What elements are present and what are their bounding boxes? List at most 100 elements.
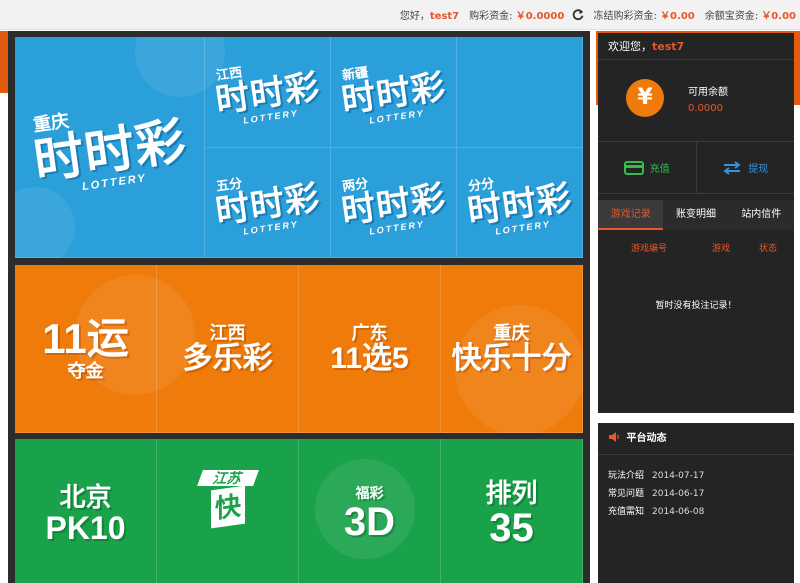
news-item-date: 2014-06-17 — [652, 489, 705, 499]
recharge-button[interactable]: 充值 — [598, 142, 697, 193]
accent-stripe-left — [0, 31, 8, 93]
balance-value: 0.0000 — [688, 103, 723, 114]
game-tile-cq-klsf[interactable]: 重庆 快乐十分 — [441, 265, 583, 433]
logo-line-1: 江西 — [209, 322, 246, 343]
welcome-label: 欢迎您， — [608, 40, 652, 53]
news-title: 平台动态 — [626, 433, 667, 444]
logo-line-2: 快3 — [210, 485, 245, 561]
lottery-panel-orange: 11运 夺金 江西 多乐彩 广东 11选5 重庆 快乐十分 — [15, 265, 583, 433]
game-tile-cq-ssc[interactable]: 重庆 时时彩 LOTTERY — [15, 37, 205, 258]
logo-line-1: 排列 — [485, 477, 538, 508]
account-sidebar: 欢迎您，test7 ¥ 可用余额 0.0000 充值 提现 游戏记录 账变明细 … — [598, 33, 794, 413]
game-tile-2min-ssc[interactable]: 两分 时时彩 LOTTERY — [331, 148, 457, 258]
logo-line-1: 北京 — [59, 481, 112, 512]
frozen-funds: 冻结购彩资金: ￥0.00 — [594, 7, 695, 22]
logo-line-2: 3D — [343, 499, 396, 544]
game-tile-5min-ssc[interactable]: 五分 时时彩 LOTTERY — [205, 148, 331, 258]
balance-box: ¥ 可用余额 0.0000 — [598, 60, 794, 142]
game-logo: 重庆 时时彩 LOTTERY — [28, 95, 191, 199]
game-tile-bj-pk10[interactable]: 北京 PK10 — [15, 439, 157, 583]
game-logo: 福彩 3D — [344, 485, 395, 543]
logo-line-2: 11选5 — [330, 341, 409, 375]
news-item[interactable]: 玩法介绍 2014-07-17 — [598, 467, 794, 485]
game-tile-jx-ssc[interactable]: 江西 时时彩 LOTTERY — [205, 37, 331, 148]
top-username[interactable]: test7 — [430, 11, 459, 22]
logo-line-2: 夺金 — [67, 360, 104, 381]
lottery-funds: 购彩资金: ￥0.0000 — [469, 7, 583, 22]
greeting: 您好，test7 — [400, 7, 459, 22]
game-logo: 11运 夺金 — [42, 316, 128, 381]
game-tile-gd-11x5[interactable]: 广东 11选5 — [299, 265, 441, 433]
game-tile-xj-ssc[interactable]: 新疆 时时彩 LOTTERY — [331, 37, 457, 148]
logo-line-1: 广东 — [351, 322, 388, 343]
refresh-icon[interactable] — [572, 9, 584, 21]
game-logo: 重庆 快乐十分 — [452, 323, 572, 375]
news-list: 玩法介绍 2014-07-17 常见问题 2014-06-17 充值需知 201… — [598, 455, 794, 521]
tab-account-changes[interactable]: 账变明细 — [663, 200, 728, 230]
news-item-date: 2014-07-17 — [652, 471, 705, 481]
game-tile-sd-11x5[interactable]: 11运 夺金 — [15, 265, 157, 433]
record-tabs: 游戏记录 账变明细 站内信件 — [598, 200, 794, 230]
game-logo: 北京 PK10 — [45, 483, 125, 545]
game-logo: 广东 11选5 — [330, 323, 408, 375]
game-logo: 五分 时时彩 LOTTERY — [211, 165, 323, 239]
column-game-id: 游戏编号 — [630, 243, 667, 254]
logo-line-2: 快乐十分 — [451, 341, 572, 375]
game-logo: 排列 35 — [485, 479, 537, 549]
game-tile-pl35[interactable]: 排列 35 — [441, 439, 583, 583]
speaker-icon — [609, 432, 619, 442]
game-tile-1min-ssc[interactable]: 分分 时时彩 LOTTERY — [457, 148, 583, 258]
game-logo: 新疆 时时彩 LOTTERY — [337, 55, 449, 129]
news-item-title: 常见问题 — [608, 489, 645, 499]
yuebao-value: ￥0.00 — [761, 11, 796, 22]
record-table-header: 游戏编号 游戏 状态 — [598, 230, 794, 264]
frozen-funds-value: ￥0.00 — [660, 11, 695, 22]
news-header: 平台动态 — [598, 423, 794, 455]
news-item[interactable]: 充值需知 2014-06-08 — [598, 503, 794, 521]
logo-line-1: 江苏 — [196, 470, 259, 486]
logo-line-1: 重庆 — [493, 322, 530, 343]
recharge-label: 充值 — [649, 164, 670, 175]
card-icon — [623, 160, 644, 175]
welcome-username[interactable]: test7 — [652, 40, 684, 53]
logo-line-2: 多乐彩 — [182, 341, 273, 375]
column-status: 状态 — [758, 243, 777, 254]
platform-news: 平台动态 玩法介绍 2014-07-17 常见问题 2014-06-17 充值需… — [598, 423, 794, 583]
game-logo: 江西 多乐彩 — [183, 323, 273, 375]
game-logo: 江苏 快3 — [196, 470, 259, 561]
news-item-title: 玩法介绍 — [608, 471, 645, 481]
logo-line-1: 福彩 — [355, 484, 384, 501]
game-tile-jx-dlc[interactable]: 江西 多乐彩 — [157, 265, 299, 433]
logo-line-2: PK10 — [45, 509, 126, 546]
yen-coin-icon: ¥ — [626, 79, 664, 117]
game-logo: 江西 时时彩 LOTTERY — [211, 55, 323, 129]
lottery-funds-label: 购彩资金: — [469, 11, 513, 22]
game-tile-fc-3d[interactable]: 福彩 3D — [299, 439, 441, 583]
news-item-title: 充值需知 — [608, 507, 645, 517]
logo-line-2: 35 — [489, 505, 534, 550]
withdraw-button[interactable]: 提现 — [697, 142, 795, 193]
lottery-panel-green: 北京 PK10 江苏 快3 福彩 3D 排列 35 — [15, 439, 583, 583]
game-tile-empty — [457, 37, 583, 148]
yuebao-label: 余额宝资金: — [704, 11, 759, 22]
fund-actions: 充值 提现 — [598, 142, 794, 194]
game-logo: 两分 时时彩 LOTTERY — [337, 165, 449, 239]
tab-messages[interactable]: 站内信件 — [729, 200, 794, 230]
lottery-funds-value: ￥0.0000 — [515, 11, 565, 22]
balance-label: 可用余额 — [688, 87, 728, 98]
yuebao-funds: 余额宝资金: ￥0.00 — [705, 7, 796, 22]
empty-records-message: 暂时没有投注记录！ — [655, 301, 737, 311]
column-game: 游戏 — [711, 243, 730, 254]
greeting-label: 您好， — [399, 11, 430, 22]
frozen-funds-label: 冻结购彩资金: — [593, 11, 657, 22]
news-item[interactable]: 常见问题 2014-06-17 — [598, 485, 794, 503]
game-frame: 重庆 时时彩 LOTTERY 江西 时时彩 LOTTERY 新疆 时时彩 LOT… — [8, 31, 590, 583]
top-bar: 您好，test7 购彩资金: ￥0.0000 冻结购彩资金: ￥0.00 余额宝… — [0, 0, 800, 30]
game-logo: 分分 时时彩 LOTTERY — [463, 165, 575, 239]
tab-game-records[interactable]: 游戏记录 — [598, 200, 664, 230]
transfer-arrows-icon — [723, 160, 741, 175]
game-tile-js-k3[interactable]: 江苏 快3 — [157, 439, 299, 583]
withdraw-label: 提现 — [748, 164, 769, 175]
welcome-bar: 欢迎您，test7 — [598, 33, 794, 60]
news-item-date: 2014-06-08 — [652, 507, 705, 517]
